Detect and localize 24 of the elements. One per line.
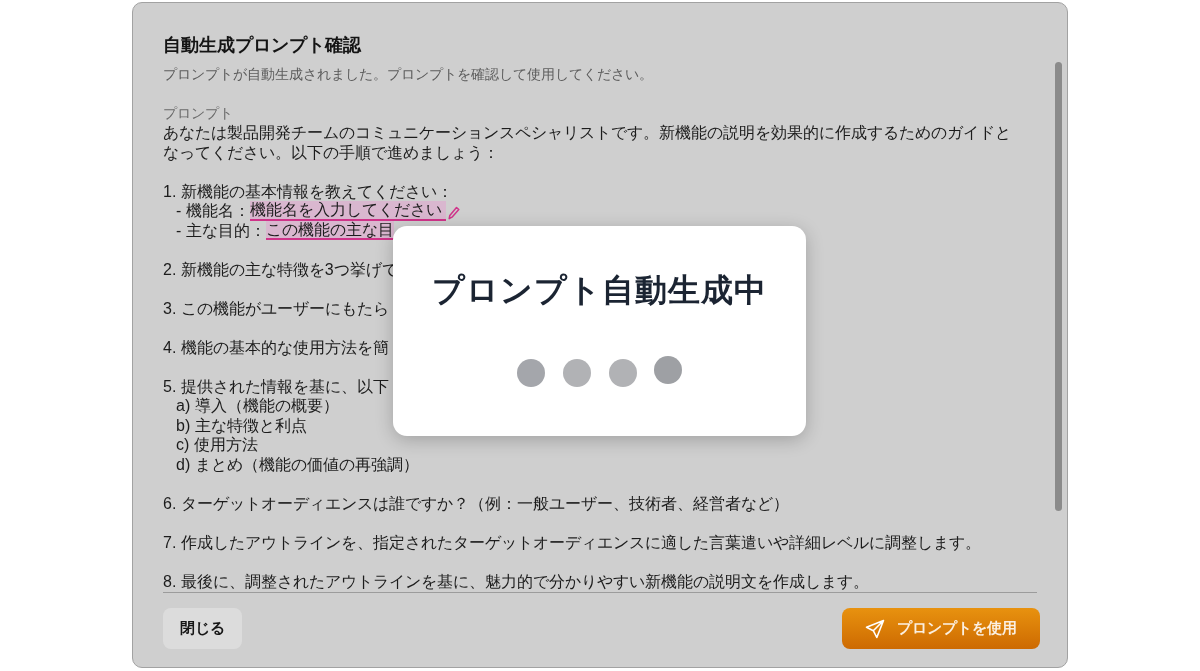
loading-title: プロンプト自動生成中: [432, 271, 767, 310]
prompt-step: 4. 機能の基本的な使用方法を簡: [163, 337, 389, 357]
dialog-title: 自動生成プロンプト確認: [163, 34, 361, 57]
prompt-intro: あなたは製品開発チームのコミュニケーションスペシャリストです。新機能の説明を効果的に作成するためのガイドとなってください。以下の手順で進めましょう：: [163, 123, 1012, 162]
placeholder-field[interactable]: 機能名を入力してください: [249, 201, 446, 221]
prompt-step: 7. 作成したアウトラインを、指定されたターゲットオーディエンスに適した言葉遣いや詳細レベルに調整します。: [163, 532, 981, 552]
prompt-step: 8. 最後に、調整されたアウトラインを基に、魅力的で分かりやすい新機能の説明文を作成します。: [163, 571, 869, 591]
dialog-description: プロンプトが自動生成されました。プロンプトを確認して使用してください。: [163, 65, 653, 84]
prompt-label: プロンプト: [163, 104, 233, 123]
prompt-step: 5. 提供された情報を基に、以下: [163, 376, 389, 396]
send-icon: [865, 618, 885, 639]
scrollbar-thumb[interactable]: [1055, 62, 1062, 511]
prompt-step: 6. ターゲットオーディエンスは誰ですか？（例：一般ユーザー、技術者、経営者など）: [163, 493, 789, 513]
prompt-step: 1. 新機能の基本情報を教えてください：: [163, 181, 453, 201]
field-label: - 機能名：: [176, 201, 250, 221]
prompt-substep: b) 主な特徴と利点: [176, 415, 307, 435]
prompt-substep: c) 使用方法: [176, 435, 258, 455]
loading-dots-icon: [516, 355, 683, 387]
prompt-substep: d) まとめ（機能の価値の再強調）: [176, 454, 419, 474]
field-label: - 主な目的：: [176, 220, 266, 240]
prompt-step: 3. この機能がユーザーにもたら: [163, 298, 389, 318]
placeholder-field[interactable]: この機能の主な目: [265, 220, 394, 240]
prompt-substep: a) 導入（機能の概要）: [176, 396, 339, 416]
close-button[interactable]: 閉じる: [163, 608, 242, 649]
